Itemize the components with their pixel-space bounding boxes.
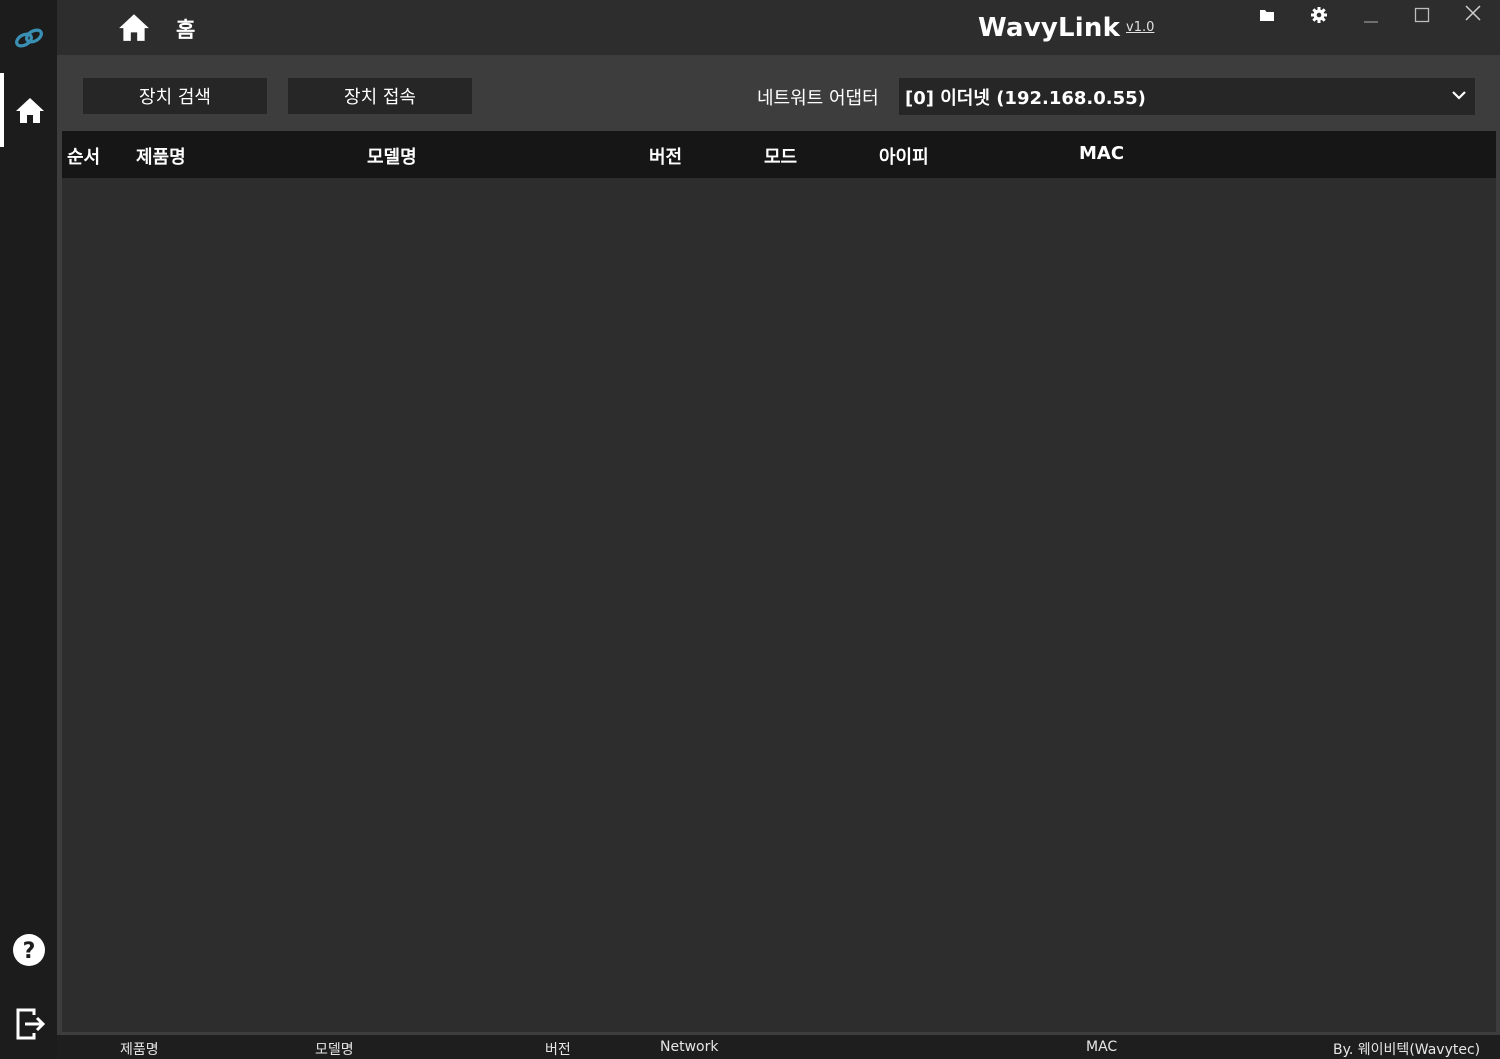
column-header-order[interactable]: 순서 xyxy=(67,143,100,169)
network-adapter-select[interactable]: [0] 이더넷 (192.168.0.55) xyxy=(899,78,1475,115)
svg-text:?: ? xyxy=(23,939,36,964)
settings-button[interactable] xyxy=(1301,0,1337,30)
help-button[interactable]: ? xyxy=(11,932,47,968)
network-adapter-value: [0] 이더넷 (192.168.0.55) xyxy=(905,87,1146,109)
home-icon xyxy=(16,98,44,123)
column-header-mac[interactable]: MAC xyxy=(1079,143,1124,164)
sidebar-active-indicator xyxy=(0,73,4,147)
app-title: WavyLink xyxy=(978,13,1121,43)
logout-icon xyxy=(16,1008,46,1040)
sidebar: ? xyxy=(0,0,57,1059)
folder-button[interactable] xyxy=(1249,0,1285,30)
sidebar-item-home[interactable] xyxy=(10,92,50,128)
maximize-icon xyxy=(1414,7,1430,23)
device-search-button[interactable]: 장치 검색 xyxy=(83,78,267,114)
chevron-down-icon xyxy=(1451,86,1467,109)
device-connect-button[interactable]: 장치 접속 xyxy=(288,78,472,114)
logout-button[interactable] xyxy=(12,1006,48,1042)
gear-icon xyxy=(1311,7,1327,23)
link-logo-icon xyxy=(10,22,48,54)
status-product: 제품명 xyxy=(120,1042,159,1058)
help-icon: ? xyxy=(13,934,45,966)
status-credit: By. 웨이비텍(Wavytec) xyxy=(1333,1042,1481,1058)
status-network: Network xyxy=(660,1039,719,1055)
close-button[interactable] xyxy=(1455,0,1491,28)
maximize-button[interactable] xyxy=(1404,0,1440,30)
column-header-mode[interactable]: 모드 xyxy=(764,143,797,169)
column-header-model[interactable]: 모델명 xyxy=(367,143,417,169)
folder-icon xyxy=(1260,10,1274,21)
close-icon xyxy=(1465,5,1481,21)
column-header-ip[interactable]: 아이피 xyxy=(879,143,929,169)
minimize-icon xyxy=(1364,21,1378,23)
table-header: 순서 제품명 모델명 버전 모드 아이피 MAC xyxy=(62,131,1496,178)
home-icon xyxy=(116,11,152,43)
column-header-version[interactable]: 버전 xyxy=(649,143,682,169)
status-mac: MAC xyxy=(1086,1039,1118,1055)
app-version[interactable]: v1.0 xyxy=(1126,20,1154,35)
device-table[interactable]: 순서 제품명 모델명 버전 모드 아이피 MAC xyxy=(62,131,1496,1032)
network-adapter-label: 네트워트 어댑터 xyxy=(757,88,879,109)
status-model: 모델명 xyxy=(315,1042,354,1058)
column-header-product[interactable]: 제품명 xyxy=(136,143,186,169)
page-title: 홈 xyxy=(176,18,196,42)
minimize-button[interactable] xyxy=(1353,0,1389,30)
status-bar: 제품명 모델명 버전 Network MAC By. 웨이비텍(Wavytec) xyxy=(57,1035,1500,1059)
status-version: 버전 xyxy=(545,1042,571,1058)
